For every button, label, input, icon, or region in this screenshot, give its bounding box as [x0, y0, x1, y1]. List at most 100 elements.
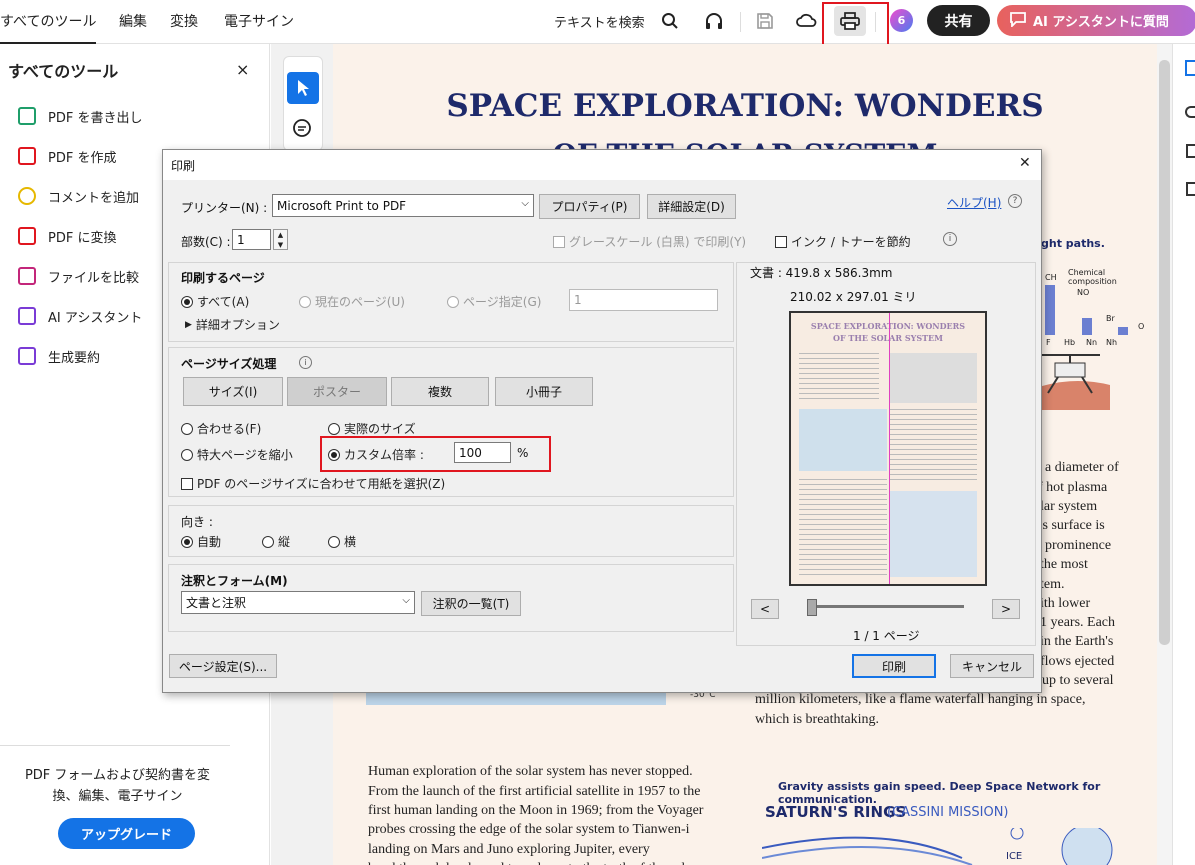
dialog-close-icon[interactable]: ✕	[1019, 155, 1031, 171]
menu-esign[interactable]: 電子サイン	[224, 11, 294, 31]
radio-button[interactable]	[181, 448, 193, 461]
close-icon[interactable]: ×	[236, 60, 249, 79]
choose-paper-checkbox[interactable]: PDF のページサイズに合わせて用紙を選択(Z)	[181, 475, 445, 492]
tool-convert-to-pdf[interactable]: PDF に変換	[18, 224, 116, 248]
bookmark-icon[interactable]	[1186, 144, 1195, 158]
chart-bar	[1045, 285, 1055, 335]
tab-poster[interactable]: ポスター	[287, 377, 387, 406]
info-icon[interactable]: i	[299, 356, 312, 369]
help-icon[interactable]: ?	[1008, 194, 1022, 208]
summary-icon	[18, 347, 36, 365]
ai-assistant-icon	[18, 307, 36, 325]
tab-size[interactable]: サイズ(I)	[183, 377, 283, 406]
radio-button[interactable]	[181, 535, 193, 548]
panel-icon[interactable]	[1185, 60, 1195, 76]
comment-tool-icon[interactable]	[292, 118, 314, 140]
cancel-button[interactable]: キャンセル	[950, 654, 1034, 678]
help-link[interactable]: ヘルプ(H)	[947, 194, 1001, 211]
radio-button[interactable]	[181, 422, 193, 435]
page-size-heading: ページサイズ処理	[181, 357, 277, 371]
choose-paper-check-box[interactable]	[181, 477, 193, 490]
copies-stepper[interactable]: ▲ ▼	[273, 229, 288, 250]
choose-paper-label: PDF のページサイズに合わせて用紙を選択(Z)	[197, 477, 446, 491]
rail-icon[interactable]	[1185, 106, 1195, 118]
upgrade-button[interactable]: アップグレード	[58, 818, 195, 849]
tool-generative-summary[interactable]: 生成要約	[18, 344, 100, 368]
select-tool-icon[interactable]	[287, 72, 319, 104]
grayscale-check-box[interactable]	[553, 235, 565, 248]
custom-scale-input[interactable]: 100	[454, 442, 511, 463]
fit-option[interactable]: 合わせる(F)	[181, 420, 261, 437]
shrink-option[interactable]: 特大ページを縮小	[181, 446, 293, 463]
doc-text-line: which is breathtaking.	[755, 712, 880, 727]
radio-button[interactable]	[328, 535, 340, 548]
print-button[interactable]: 印刷	[852, 654, 936, 678]
save-icon[interactable]	[754, 10, 776, 32]
comments-forms-select[interactable]: 文書と注釈 ⌵	[181, 591, 415, 614]
document-title: SPACE EXPLORATION: WONDERS	[446, 88, 1044, 124]
custom-scale-option[interactable]: カスタム倍率 :	[328, 446, 424, 463]
orient-auto-option[interactable]: 自動	[181, 533, 221, 550]
tool-compare-files[interactable]: ファイルを比較	[18, 264, 139, 288]
tool-create-pdf[interactable]: PDF を作成	[18, 144, 116, 168]
pages-current-label: 現在のページ(U)	[315, 295, 405, 309]
export-pdf-icon	[18, 107, 36, 125]
preview-slider-track[interactable]	[811, 605, 964, 608]
summarize-comments-button[interactable]: 注釈の一覧(T)	[421, 591, 521, 616]
preview-text-block	[799, 479, 887, 579]
tool-export-pdf[interactable]: PDF を書き出し	[18, 104, 142, 128]
dialog-title: 印刷	[171, 159, 196, 173]
menu-all-tools[interactable]: すべてのツール	[0, 11, 97, 44]
more-options-label: 詳細オプション	[195, 318, 280, 332]
info-icon[interactable]: i	[943, 232, 957, 246]
pages-range-option[interactable]: ページ指定(G)	[447, 293, 541, 310]
menu-convert[interactable]: 変換	[170, 11, 198, 31]
printer-select[interactable]: Microsoft Print to PDF ⌵	[272, 194, 534, 217]
radio-button[interactable]	[262, 535, 274, 548]
cloud-icon[interactable]	[795, 10, 817, 32]
headphones-icon[interactable]	[703, 10, 725, 32]
radio-button[interactable]	[328, 422, 340, 435]
document-scrollbar-thumb[interactable]	[1159, 60, 1170, 645]
pages-range-input[interactable]: 1	[569, 289, 718, 311]
pages-all-option[interactable]: すべて(A)	[181, 293, 249, 310]
radio-button[interactable]	[328, 448, 340, 461]
radio-button[interactable]	[447, 295, 459, 308]
doc-paragraph-line: first human landing on the Moon in 1969;…	[368, 803, 704, 818]
save-ink-check-box[interactable]	[775, 235, 787, 248]
tool-add-comment[interactable]: コメントを追加	[18, 184, 139, 208]
grayscale-checkbox[interactable]: グレースケール (白黒) で印刷(Y)	[553, 233, 746, 250]
actual-size-option[interactable]: 実際のサイズ	[328, 420, 416, 437]
preview-next-button[interactable]: >	[992, 599, 1020, 619]
preview-slider-thumb[interactable]	[807, 599, 817, 616]
menu-edit[interactable]: 編集	[119, 11, 147, 31]
ai-assistant-ask-button[interactable]: AI アシスタントに質問	[997, 5, 1195, 36]
pages-icon[interactable]	[1186, 182, 1195, 196]
save-ink-checkbox[interactable]: インク / トナーを節約	[775, 233, 911, 250]
doc-text-line: ith lower	[1040, 596, 1091, 611]
pages-current-option[interactable]: 現在のページ(U)	[299, 293, 405, 310]
search-text-button[interactable]: テキストを検索	[554, 12, 645, 31]
tool-ai-assistant[interactable]: AI アシスタント	[18, 304, 142, 328]
search-icon[interactable]	[659, 10, 681, 32]
right-side-rail	[1172, 44, 1195, 865]
avatar-icon[interactable]: 6	[890, 9, 913, 32]
share-button[interactable]: 共有	[927, 5, 990, 36]
radio-button[interactable]	[181, 295, 193, 308]
orient-landscape-option[interactable]: 横	[328, 533, 356, 550]
tab-booklet[interactable]: 小冊子	[495, 377, 593, 406]
tab-multiple[interactable]: 複数	[391, 377, 489, 406]
pages-all-label: すべて(A)	[197, 295, 250, 309]
comments-forms-heading: 注釈とフォーム(M)	[181, 574, 288, 588]
doc-text-line: flows ejected	[1040, 654, 1115, 669]
avatar-text: 6	[897, 14, 906, 27]
page-setup-button[interactable]: ページ設定(S)...	[169, 654, 277, 678]
advanced-settings-button[interactable]: 詳細設定(D)	[647, 194, 736, 219]
more-options-toggle[interactable]: ▶ 詳細オプション	[185, 316, 280, 333]
properties-button[interactable]: プロパティ(P)	[539, 194, 640, 219]
tool-label: コメントを追加	[48, 190, 140, 206]
preview-prev-button[interactable]: <	[751, 599, 779, 619]
copies-input[interactable]: 1	[232, 229, 271, 250]
radio-button[interactable]	[299, 295, 311, 308]
orient-portrait-option[interactable]: 縦	[262, 533, 290, 550]
